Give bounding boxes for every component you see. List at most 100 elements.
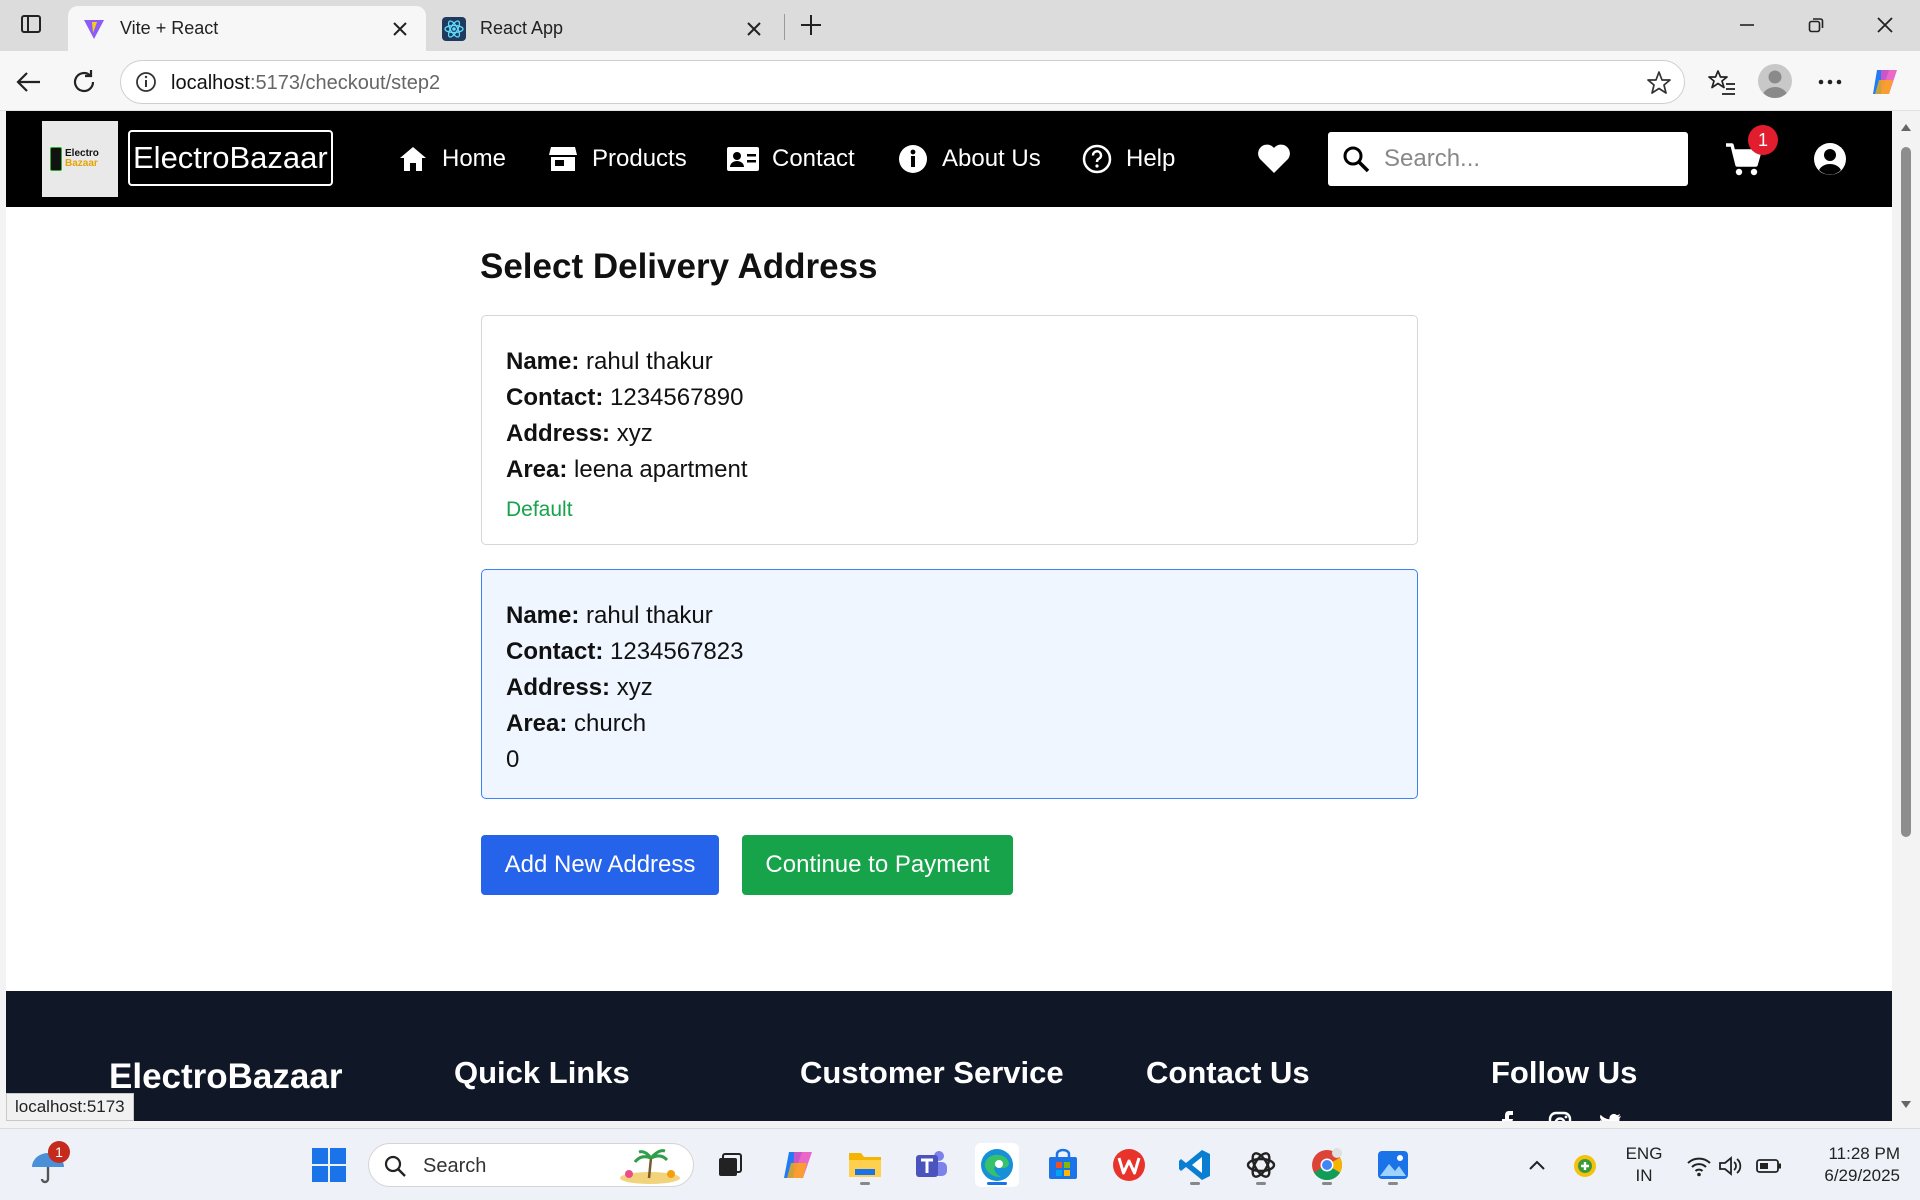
twitter-icon[interactable] xyxy=(1598,1111,1622,1121)
language-indicator[interactable]: ENG IN xyxy=(1618,1143,1670,1187)
new-tab-button[interactable] xyxy=(796,10,826,40)
close-icon xyxy=(1877,17,1893,33)
taskbar-chatgpt[interactable] xyxy=(1239,1143,1283,1187)
scrollbar-thumb[interactable] xyxy=(1901,147,1911,837)
info-icon xyxy=(896,143,930,175)
address-value: xyz xyxy=(616,674,653,701)
continue-to-payment-button[interactable]: Continue to Payment xyxy=(742,835,1013,895)
sidebar-layout-icon xyxy=(21,15,41,33)
battery-icon[interactable] xyxy=(1756,1157,1782,1175)
address-card-selected[interactable]: Name: rahul thakur Contact: 1234567823 A… xyxy=(481,569,1418,799)
add-new-address-button[interactable]: Add New Address xyxy=(481,835,719,895)
area-label: Area: xyxy=(506,456,568,483)
facebook-icon[interactable] xyxy=(1496,1111,1520,1121)
brand-name[interactable]: ElectroBazaar xyxy=(128,130,333,186)
volume-icon[interactable] xyxy=(1718,1155,1744,1177)
address-contact-row: Contact: 1234567823 xyxy=(506,634,1393,670)
scroll-down-arrow-icon[interactable] xyxy=(1900,1099,1912,1111)
clock[interactable]: 11:28 PM 6/29/2025 xyxy=(1796,1143,1900,1187)
favorites-button[interactable] xyxy=(1705,65,1739,99)
nav-home[interactable]: Home xyxy=(396,139,506,179)
name-value: rahul thakur xyxy=(586,602,713,629)
close-tab-icon[interactable] xyxy=(388,17,412,41)
nav-label: Products xyxy=(592,145,687,172)
tab-react-app[interactable]: React App xyxy=(428,6,780,51)
start-button[interactable] xyxy=(307,1143,351,1187)
settings-more-button[interactable] xyxy=(1813,65,1847,99)
nav-contact[interactable]: Contact xyxy=(726,139,855,179)
task-view-icon xyxy=(719,1153,742,1176)
folder-icon xyxy=(849,1153,881,1177)
instagram-icon[interactable] xyxy=(1548,1111,1572,1121)
tab-actions-button[interactable] xyxy=(14,10,48,38)
search-icon xyxy=(384,1155,406,1177)
nav-label: Help xyxy=(1126,145,1176,172)
phone-icon xyxy=(50,147,62,171)
taskbar-vscode[interactable] xyxy=(1173,1143,1217,1187)
area-label: Area: xyxy=(506,710,568,737)
taskbar-photos[interactable] xyxy=(1371,1143,1415,1187)
user-account-icon[interactable] xyxy=(1812,141,1848,177)
security-status-icon[interactable] xyxy=(1572,1153,1598,1179)
store-icon xyxy=(546,143,580,175)
contact-value: 1234567890 xyxy=(610,384,744,411)
tab-vite-react[interactable]: Vite + React xyxy=(68,6,426,51)
task-view-button[interactable] xyxy=(708,1143,752,1187)
search-input[interactable] xyxy=(1384,140,1674,178)
scroll-up-arrow-icon[interactable] xyxy=(1900,121,1912,133)
address-area-row: Area: leena apartment xyxy=(506,452,1393,488)
nav-products[interactable]: Products xyxy=(546,139,687,179)
plus-icon xyxy=(801,15,821,35)
url-host: localhost xyxy=(171,72,250,94)
clock-time: 11:28 PM xyxy=(1828,1144,1900,1163)
address-line-row: Address: xyz xyxy=(506,416,1393,452)
site-info-icon[interactable] xyxy=(135,71,157,93)
site-logo[interactable]: Electro Bazaar xyxy=(42,121,118,197)
site-navbar: Electro Bazaar ElectroBazaar Home Product… xyxy=(6,111,1892,207)
address-bar[interactable]: localhost:5173/checkout/step2 xyxy=(120,60,1685,104)
store-bag-icon xyxy=(1049,1148,1077,1179)
page-title: Select Delivery Address xyxy=(480,247,878,286)
running-indicator xyxy=(1256,1182,1266,1185)
minimize-icon xyxy=(1740,24,1754,26)
page-viewport: Electro Bazaar ElectroBazaar Home Product… xyxy=(6,111,1892,1121)
taskbar-copilot[interactable] xyxy=(776,1143,820,1187)
photos-icon xyxy=(1378,1151,1408,1179)
help-icon xyxy=(1080,143,1114,175)
chevron-up-icon[interactable] xyxy=(1528,1159,1546,1171)
taskbar-teams[interactable] xyxy=(909,1143,953,1187)
running-indicator xyxy=(1190,1182,1200,1185)
close-window-button[interactable] xyxy=(1868,10,1902,40)
notification-badge: 1 xyxy=(48,1141,70,1163)
url-path: :5173/checkout/step2 xyxy=(249,72,441,94)
vite-logo-icon xyxy=(82,17,106,41)
wifi-icon[interactable] xyxy=(1686,1155,1712,1177)
back-button[interactable] xyxy=(12,65,46,99)
taskbar-file-explorer[interactable] xyxy=(843,1143,887,1187)
page-scrollbar[interactable] xyxy=(1892,111,1920,1121)
address-name-row: Name: rahul thakur xyxy=(506,344,1393,380)
copilot-button[interactable] xyxy=(1868,65,1902,99)
taskbar-wps-office[interactable] xyxy=(1107,1143,1151,1187)
address-name-row: Name: rahul thakur xyxy=(506,598,1393,634)
nav-about-us[interactable]: About Us xyxy=(896,139,1041,179)
link-status-tooltip: localhost:5173 xyxy=(6,1093,134,1121)
minimize-button[interactable] xyxy=(1730,10,1764,40)
reload-button[interactable] xyxy=(67,65,101,99)
taskbar-chrome[interactable] xyxy=(1305,1143,1349,1187)
profile-avatar[interactable] xyxy=(1758,64,1792,98)
address-contact-row: Contact: 1234567890 xyxy=(506,380,1393,416)
nav-help[interactable]: Help xyxy=(1080,139,1175,179)
area-value: leena apartment xyxy=(574,456,748,483)
close-tab-icon[interactable] xyxy=(742,17,766,41)
address-area-row: Area: church xyxy=(506,706,1393,742)
taskbar-search[interactable]: Search xyxy=(368,1143,694,1187)
taskbar-store[interactable] xyxy=(1041,1143,1085,1187)
address-card[interactable]: Name: rahul thakur Contact: 1234567890 A… xyxy=(481,315,1418,545)
taskbar-edge[interactable] xyxy=(975,1143,1019,1187)
running-indicator xyxy=(860,1182,870,1185)
restore-button[interactable] xyxy=(1799,10,1833,40)
star-favorite-icon[interactable] xyxy=(1646,70,1672,96)
tab-title: React App xyxy=(480,18,564,38)
heart-wishlist-icon[interactable] xyxy=(1256,141,1292,177)
